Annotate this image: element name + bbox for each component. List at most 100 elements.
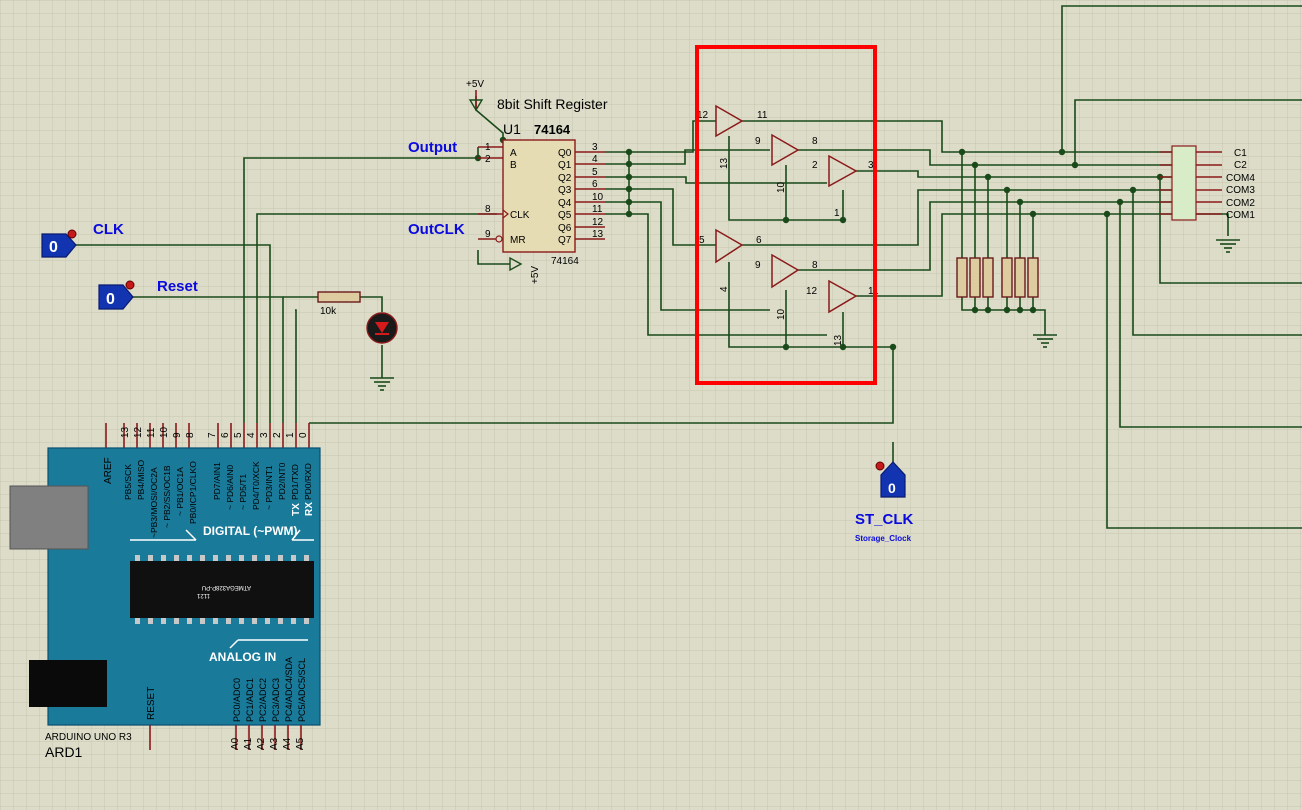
led-icon[interactable] (366, 312, 398, 344)
reset-state: 0 (106, 291, 115, 308)
svg-text:6: 6 (756, 235, 762, 246)
svg-text:8: 8 (812, 260, 818, 271)
svg-text:5: 5 (699, 235, 705, 246)
svg-text:A0: A0 (230, 737, 241, 750)
svg-text:PB4/MISO: PB4/MISO (136, 459, 146, 500)
display-pin-com2: COM2 (1226, 198, 1255, 209)
svg-text:PD4/T0/XCK: PD4/T0/XCK (251, 461, 261, 510)
svg-text:PD0/RXD: PD0/RXD (303, 463, 313, 500)
analog-label: ANALOG IN (209, 650, 276, 664)
reset-label: Reset (157, 278, 198, 295)
q6-name: Q6 (558, 223, 572, 234)
pin-mr-name: MR (510, 235, 526, 246)
q0-name: Q0 (558, 148, 572, 159)
q6-num: 12 (592, 217, 604, 228)
q3-name: Q3 (558, 185, 572, 196)
arduino-ref: ARD1 (45, 744, 83, 760)
svg-text:9: 9 (755, 260, 761, 271)
svg-text:PC0/ADC0: PC0/ADC0 (232, 678, 242, 722)
svg-text:~ PB1/OC1A: ~ PB1/OC1A (175, 467, 185, 516)
svg-text:0: 0 (298, 432, 309, 438)
shift-register-part: 74164 (534, 122, 571, 137)
clk-state: 0 (49, 239, 58, 256)
q2-name: Q2 (558, 173, 572, 184)
svg-text:11: 11 (146, 427, 157, 438)
q4-num: 10 (592, 192, 604, 203)
q7-name: Q7 (558, 235, 572, 246)
svg-text:PC5/ADC5/SCL: PC5/ADC5/SCL (297, 658, 307, 722)
svg-text:A1: A1 (243, 737, 254, 750)
svg-text:9: 9 (755, 136, 761, 147)
power-jack (29, 660, 107, 707)
svg-text:8: 8 (185, 432, 196, 438)
shift-register-ref: U1 (503, 121, 521, 137)
chip-sublabel: 1121 (196, 592, 210, 598)
svg-text:2: 2 (812, 160, 818, 171)
pin-9-num: 9 (485, 229, 491, 240)
pin-8-num: 8 (485, 204, 491, 215)
arduino-name: ARDUINO UNO R3 (45, 732, 132, 743)
svg-text:9: 9 (172, 432, 183, 438)
svg-text:1: 1 (834, 208, 840, 219)
svg-text:6: 6 (220, 432, 231, 438)
net-label-outclk: OutCLK (408, 221, 465, 238)
resistor-value: 10k (320, 306, 337, 317)
q5-num: 11 (592, 204, 603, 215)
chip-label: ATMEGA328P-PU (202, 584, 251, 590)
svg-text:12: 12 (133, 426, 144, 438)
svg-text:PD1/TXD: PD1/TXD (290, 464, 300, 500)
tx-label: TX (291, 503, 302, 516)
st-clk-label: ST_CLK (855, 511, 914, 528)
display-pin-com1: COM1 (1226, 210, 1255, 221)
q5-name: Q5 (558, 210, 572, 221)
svg-text:PB5/SCK: PB5/SCK (123, 464, 133, 500)
svg-text:~PB3/MOSI/OC2A: ~PB3/MOSI/OC2A (149, 467, 159, 538)
svg-text:13: 13 (719, 157, 730, 169)
svg-text:PC4/ADC4/SDA: PC4/ADC4/SDA (284, 657, 294, 722)
shift-register-part-bottom: 74164 (551, 256, 579, 267)
svg-text:PC3/ADC3: PC3/ADC3 (271, 678, 281, 722)
aref-label: AREF (103, 457, 114, 484)
pin-1-num: 1 (485, 142, 491, 153)
svg-text:3: 3 (259, 432, 270, 438)
svg-text:~ PD6/AIN0: ~ PD6/AIN0 (225, 465, 235, 510)
mr-power-label: +5V (530, 266, 541, 284)
svg-text:A2: A2 (256, 737, 267, 750)
svg-text:A5: A5 (295, 737, 306, 750)
svg-text:8: 8 (812, 136, 818, 147)
q4-name: Q4 (558, 198, 572, 209)
display-pin-com4: COM4 (1226, 173, 1255, 184)
svg-text:A3: A3 (269, 737, 280, 750)
display-pin-c2: C2 (1234, 160, 1247, 171)
net-label-output: Output (408, 139, 457, 156)
svg-text:PD7/AIN1: PD7/AIN1 (212, 462, 222, 500)
svg-text:13: 13 (833, 334, 844, 346)
pin-a-name: A (510, 148, 517, 159)
q7-num: 13 (592, 229, 604, 240)
rx-label: RX (304, 502, 315, 516)
svg-text:2: 2 (272, 432, 283, 438)
svg-text:1: 1 (285, 432, 296, 438)
svg-text:~ PD3/INT1: ~ PD3/INT1 (264, 465, 274, 510)
power-label: +5V (466, 79, 484, 90)
q1-name: Q1 (558, 160, 572, 171)
reset-pin-label: RESET (146, 687, 157, 720)
schematic-canvas[interactable]: 8bit Shift Register +5V U1 74164 1 A 2 B… (0, 0, 1302, 810)
pin-clk-name: CLK (510, 210, 530, 221)
svg-text:12: 12 (806, 286, 818, 297)
svg-text:PB0/ICP1/CLKO: PB0/ICP1/CLKO (188, 461, 198, 524)
svg-text:~ PB2/SS/OC1B: ~ PB2/SS/OC1B (162, 465, 172, 528)
svg-text:~ PD5/T1: ~ PD5/T1 (238, 474, 248, 510)
st-clk-state: 0 (888, 480, 896, 496)
q2-num: 5 (592, 167, 598, 178)
svg-text:PC2/ADC2: PC2/ADC2 (258, 678, 268, 722)
pin-b-name: B (510, 160, 517, 171)
svg-text:PC1/ADC1: PC1/ADC1 (245, 678, 255, 722)
svg-text:A4: A4 (282, 737, 293, 750)
st-clk-sublabel: Storage_Clock (855, 534, 912, 543)
svg-text:PD2/INT0: PD2/INT0 (277, 462, 287, 500)
svg-text:5: 5 (233, 432, 244, 438)
arduino-uno[interactable]: ATMEGA328P-PU 1121 13 12 11 10 9 8 7 6 5… (9, 423, 321, 760)
digital-label: DIGITAL (~PWM) (203, 524, 298, 538)
svg-text:10: 10 (776, 308, 787, 320)
